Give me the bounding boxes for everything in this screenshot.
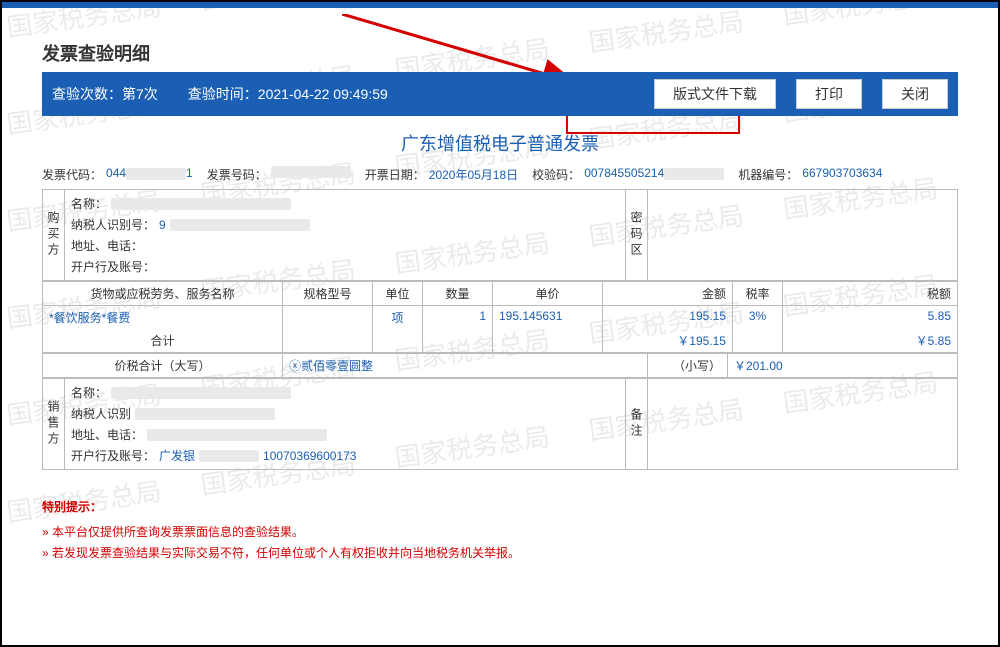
password-section-label: 密码区 xyxy=(626,190,648,281)
check-count: 查验次数：第7次 xyxy=(52,84,158,104)
totals-row: 合计 ￥195.15 ￥5.85 xyxy=(43,329,958,353)
col-qty: 数量 xyxy=(423,282,493,306)
buyer-addr: 地址、电话： xyxy=(71,235,619,256)
seller-name: 名称： xyxy=(71,382,619,403)
buyer-name: 名称： xyxy=(71,193,619,214)
grand-total-table: 价税合计（大写） ⓧ贰佰零壹圆整 （小写） ￥201.00 xyxy=(42,353,958,378)
invoice-number: 发票号码： xyxy=(207,166,351,183)
low-total-value: ￥201.00 xyxy=(728,354,958,378)
col-amount: 金额 xyxy=(603,282,733,306)
seller-bank: 开户行及账号：广发银10070369600173 xyxy=(71,445,619,466)
col-tax: 税额 xyxy=(783,282,958,306)
print-button[interactable]: 打印 xyxy=(796,79,862,109)
invoice-code: 发票代码： 0441 xyxy=(42,166,193,183)
col-spec: 规格型号 xyxy=(283,282,373,306)
item-row: *餐饮服务*餐费 项 1 195.145631 195.15 3% 5.85 xyxy=(43,306,958,330)
seller-table: 销售方 名称： 纳税人识别 地址、电话： 开户行及账号：广发银100703696… xyxy=(42,378,958,470)
invoice-date: 开票日期：2020年05月18日 xyxy=(365,166,518,183)
col-rate: 税率 xyxy=(733,282,783,306)
tips-line-2: » 若发现发票查验结果与实际交易不符，任何单位或个人有权拒收并向当地税务机关举报… xyxy=(42,544,958,561)
cn-total-value: ⓧ贰佰零壹圆整 xyxy=(283,354,648,378)
col-price: 单价 xyxy=(493,282,603,306)
seller-section-label: 销售方 xyxy=(43,379,65,470)
seller-addr: 地址、电话： xyxy=(71,424,619,445)
invoice-title: 广东增值税电子普通发票 xyxy=(42,130,958,156)
buyer-taxid: 纳税人识别号：9 xyxy=(71,214,619,235)
tips-line-1: » 本平台仅提供所查询发票票面信息的查验结果。 xyxy=(42,523,958,540)
header-bar: 查验次数：第7次 查验时间：2021-04-22 09:49:59 版式文件下载… xyxy=(42,72,958,116)
low-total-label: （小写） xyxy=(648,354,728,378)
download-button[interactable]: 版式文件下载 xyxy=(654,79,776,109)
buyer-section-label: 购买方 xyxy=(43,190,65,281)
close-button[interactable]: 关闭 xyxy=(882,79,948,109)
check-time: 查验时间：2021-04-22 09:49:59 xyxy=(188,84,388,104)
page-title: 发票查验明细 xyxy=(42,40,958,66)
tips-section: 特别提示： » 本平台仅提供所查询发票票面信息的查验结果。 » 若发现发票查验结… xyxy=(42,498,958,561)
invoice-meta: 发票代码： 0441 发票号码： 开票日期：2020年05月18日 校验码： 0… xyxy=(42,162,958,189)
buyer-bank: 开户行及账号： xyxy=(71,256,619,277)
col-unit: 单位 xyxy=(373,282,423,306)
items-table: 货物或应税劳务、服务名称 规格型号 单位 数量 单价 金额 税率 税额 *餐饮服… xyxy=(42,281,958,353)
tips-title: 特别提示： xyxy=(42,498,958,515)
invoice-check-code: 校验码： 007845505214 xyxy=(532,166,724,183)
col-name: 货物或应税劳务、服务名称 xyxy=(43,282,283,306)
remark-section-label: 备注 xyxy=(626,379,648,470)
seller-taxid: 纳税人识别 xyxy=(71,403,619,424)
invoice-machine: 机器编号：667903703634 xyxy=(738,166,882,183)
buyer-table: 购买方 名称： 纳税人识别号：9 地址、电话： 开户行及账号： 密码区 xyxy=(42,189,958,281)
cn-total-label: 价税合计（大写） xyxy=(43,354,283,378)
